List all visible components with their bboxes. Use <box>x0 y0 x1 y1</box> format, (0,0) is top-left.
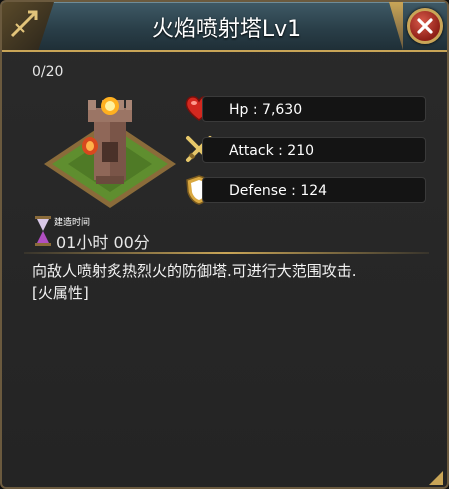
build-time-label: 建造时间 <box>54 218 91 228</box>
building-description: 向敌人喷射炙热烈火的防御塔.可进行大范围攻击. [火属性] <box>32 260 432 304</box>
stat-hp-label: Hp : 7,630 <box>229 102 303 118</box>
close-icon <box>417 18 433 34</box>
stat-defense-label: Defense : 124 <box>229 183 328 199</box>
close-button[interactable] <box>407 8 443 44</box>
building-info-dialog: 火焰喷射塔Lv1 0/20 Hp : 7,630 Attack: 210 De… <box>0 0 449 489</box>
build-time-value: 01小时 00分 <box>56 233 150 252</box>
stat-hp: Hp : 7,630 <box>202 96 426 122</box>
description-text: 向敌人喷射炙热烈火的防御塔.可进行大范围攻击. <box>32 262 357 280</box>
flame-tower-image <box>44 97 176 208</box>
element-attribute: [火属性] <box>32 284 89 302</box>
stat-attack: Attack : 210 <box>202 137 426 163</box>
stat-defense: Defense : 124 <box>202 177 426 203</box>
stat-attack-label: Attack : 210 <box>229 143 315 159</box>
divider <box>24 252 429 254</box>
build-count: 0/20 <box>32 64 64 80</box>
dialog-header: 火焰喷射塔Lv1 <box>2 2 447 52</box>
hourglass-icon <box>35 216 51 246</box>
dialog-title: 火焰喷射塔Lv1 <box>151 17 302 42</box>
corner-ornament <box>429 471 443 485</box>
